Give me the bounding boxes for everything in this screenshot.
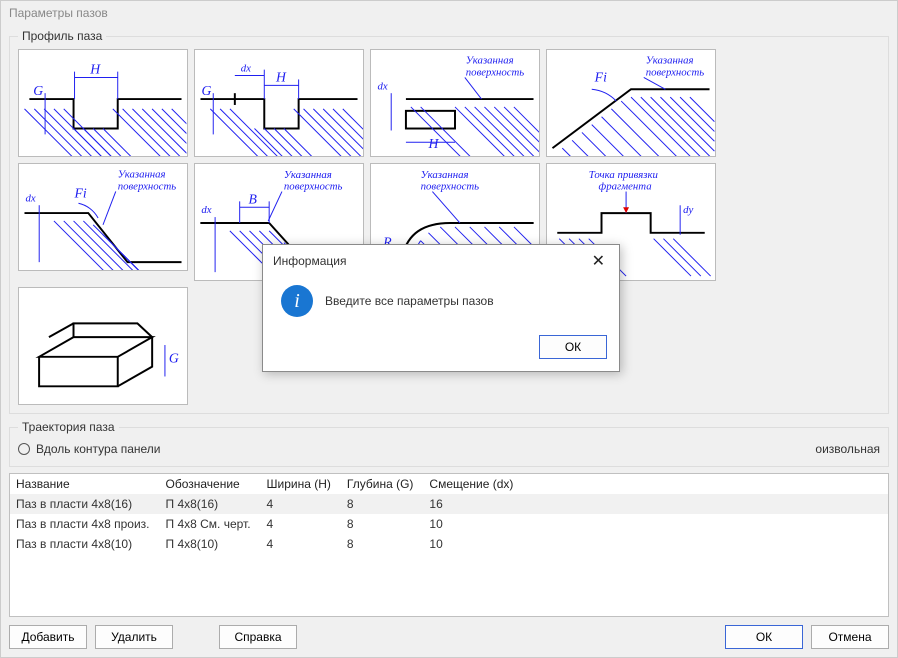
cancel-button[interactable]: Отмена [811,625,889,649]
col-offset: Смещение (dx) [423,474,523,494]
svg-text:Указанная: Указанная [284,169,332,181]
profile-option-4[interactable]: Указанная поверхность Fi [546,49,716,157]
svg-text:dx: dx [377,80,387,92]
svg-text:H: H [89,62,101,77]
cell-name: Паз в пласти 4х8(16) [10,494,159,514]
svg-text:Указанная: Указанная [118,169,166,181]
col-name: Название [10,474,159,494]
svg-text:Точка привязки: Точка привязки [589,169,659,181]
cell-offset: 16 [423,494,523,514]
svg-text:Указанная: Указанная [421,169,469,181]
svg-text:фрагмента: фрагмента [599,181,652,193]
trajectory-section: Траектория паза Вдоль контура панели оиз… [9,420,889,467]
svg-text:поверхность: поверхность [466,67,525,79]
svg-text:Указанная: Указанная [466,55,514,67]
info-dialog: Информация ✕ i Введите все параметры паз… [262,244,620,372]
svg-text:dx: dx [201,204,211,216]
cell-name: Паз в пласти 4х8(10) [10,534,159,554]
cell-depth: 8 [341,534,424,554]
dialog-title: Информация [273,254,346,268]
cell-offset: 10 [423,514,523,534]
help-button[interactable]: Справка [219,625,297,649]
close-icon[interactable]: ✕ [588,251,609,271]
svg-text:H: H [428,136,440,151]
add-button[interactable]: Добавить [9,625,87,649]
col-depth: Глубина (G) [341,474,424,494]
radio-arbitrary-label-tail: оизвольная [815,442,880,456]
dialog-ok-button[interactable]: ОК [539,335,607,359]
svg-text:G: G [201,83,211,98]
svg-text:dx: dx [241,63,251,75]
svg-text:B: B [249,191,258,206]
trajectory-legend: Траектория паза [18,420,119,434]
profile-option-9[interactable]: G [18,287,188,405]
info-icon: i [281,285,313,317]
radio-contour[interactable] [18,443,30,455]
profile-legend: Профиль паза [18,29,106,43]
dialog-message: Введите все параметры пазов [325,294,494,308]
radio-contour-label: Вдоль контура панели [36,442,161,456]
profile-option-1[interactable]: G H [18,49,188,157]
svg-text:dx: dx [25,192,35,204]
ok-button[interactable]: ОК [725,625,803,649]
cell-name: Паз в пласти 4х8 произ. [10,514,159,534]
svg-text:Fi: Fi [594,69,607,84]
table-row[interactable]: Паз в пласти 4х8 произ.П 4х8 См. черт.48… [10,514,888,534]
svg-text:поверхность: поверхность [118,181,177,193]
col-designation: Обозначение [159,474,260,494]
profile-option-2[interactable]: G dx H [194,49,364,157]
svg-text:поверхность: поверхность [646,67,705,79]
svg-text:поверхность: поверхность [421,181,480,193]
svg-text:Указанная: Указанная [646,55,694,67]
table-row[interactable]: Паз в пласти 4х8(10)П 4х8(10)4810 [10,534,888,554]
svg-text:G: G [33,83,43,98]
svg-text:H: H [275,69,287,84]
cell-designation: П 4х8 См. черт. [159,514,260,534]
profile-option-5[interactable]: dx Указанная поверхность Fi [18,163,188,271]
footer: Добавить Удалить Справка ОК Отмена [9,617,889,649]
col-width: Ширина (H) [261,474,341,494]
cell-designation: П 4х8(16) [159,494,260,514]
svg-text:Fi: Fi [74,185,87,200]
cell-width: 4 [261,534,341,554]
groove-table: Название Обозначение Ширина (H) Глубина … [9,473,889,617]
table-row[interactable]: Паз в пласти 4х8(16)П 4х8(16)4816 [10,494,888,514]
table-header-row: Название Обозначение Ширина (H) Глубина … [10,474,888,494]
cell-offset: 10 [423,534,523,554]
svg-text:G: G [169,351,179,366]
cell-width: 4 [261,514,341,534]
svg-text:поверхность: поверхность [284,181,343,193]
cell-depth: 8 [341,514,424,534]
delete-button[interactable]: Удалить [95,625,173,649]
cell-depth: 8 [341,494,424,514]
svg-text:dy: dy [683,204,693,216]
cell-width: 4 [261,494,341,514]
window-title: Параметры пазов [1,1,897,25]
cell-designation: П 4х8(10) [159,534,260,554]
profile-option-3[interactable]: Указанная поверхность dx H [370,49,540,157]
